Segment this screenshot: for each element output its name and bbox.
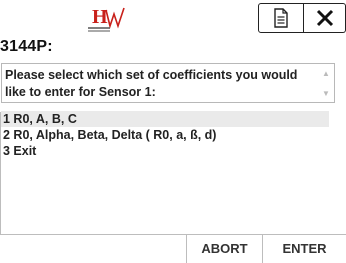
- document-button[interactable]: [258, 3, 304, 33]
- page-title: 3144P:: [0, 38, 53, 55]
- menu-item-r0-abc[interactable]: 1 R0, A, B, C: [1, 111, 329, 127]
- hw-logo-icon: H: [88, 6, 125, 32]
- prompt-text: Please select which set of coefficients …: [5, 68, 298, 99]
- logo-letter: H: [92, 6, 108, 28]
- enter-button[interactable]: ENTER: [262, 235, 346, 263]
- hart-communicator-screen: H 3144P: Please select which set of coef…: [0, 0, 346, 263]
- scroll-up-icon[interactable]: ▲: [320, 68, 332, 80]
- prompt-box: Please select which set of coefficients …: [1, 63, 335, 103]
- footer: ABORT ENTER: [0, 234, 346, 263]
- menu-item-exit[interactable]: 3 Exit: [1, 143, 335, 159]
- menu-list: 1 R0, A, B, C 2 R0, Alpha, Beta, Delta (…: [1, 111, 335, 235]
- scroll-down-icon[interactable]: ▼: [320, 88, 332, 100]
- header: H 3144P:: [0, 0, 346, 60]
- menu-item-r0-alpha-beta-delta[interactable]: 2 R0, Alpha, Beta, Delta ( R0, a, ß, d): [1, 127, 335, 143]
- abort-button[interactable]: ABORT: [186, 235, 262, 263]
- document-icon: [274, 8, 288, 28]
- close-button[interactable]: [304, 3, 346, 33]
- close-icon: [316, 9, 333, 27]
